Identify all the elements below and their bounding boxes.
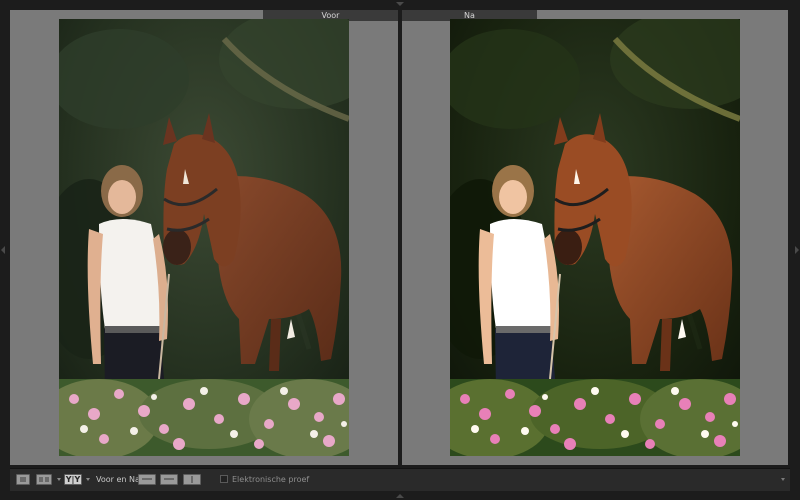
soft-proof-checkbox[interactable]	[220, 475, 228, 483]
after-photo[interactable]	[450, 19, 740, 456]
after-photo-image	[450, 19, 740, 456]
before-photo-image	[59, 19, 349, 456]
toolbar-menu-chevron-down-icon[interactable]	[778, 473, 788, 486]
top-panel-toggle-icon[interactable]	[396, 2, 404, 6]
copy-before-icon[interactable]	[138, 474, 156, 485]
view-menu-chevron-down-icon[interactable]	[57, 478, 61, 481]
swap-icon[interactable]	[183, 474, 201, 485]
grid-view-icon[interactable]	[36, 474, 52, 485]
right-panel-toggle-icon[interactable]	[795, 246, 799, 254]
left-panel-toggle-icon[interactable]	[1, 246, 5, 254]
soft-proof-label[interactable]: Elektronische proef	[232, 473, 309, 486]
bottom-panel-toggle-icon[interactable]	[396, 494, 404, 498]
before-after-icon[interactable]: Y|Y	[64, 474, 82, 485]
loupe-view-icon[interactable]	[16, 474, 30, 485]
before-after-view: Voor Na Y|Y Voor en Na: Elektronische pr…	[0, 0, 800, 500]
copy-after-icon[interactable]	[160, 474, 178, 485]
before-after-chevron-down-icon[interactable]	[86, 478, 90, 481]
after-panel: Na	[402, 10, 788, 465]
bottom-toolbar: Y|Y Voor en Na: Elektronische proef	[10, 468, 790, 491]
view-mode-label: Voor en Na:	[96, 475, 143, 484]
before-photo[interactable]	[59, 19, 349, 456]
before-panel: Voor	[10, 10, 398, 465]
